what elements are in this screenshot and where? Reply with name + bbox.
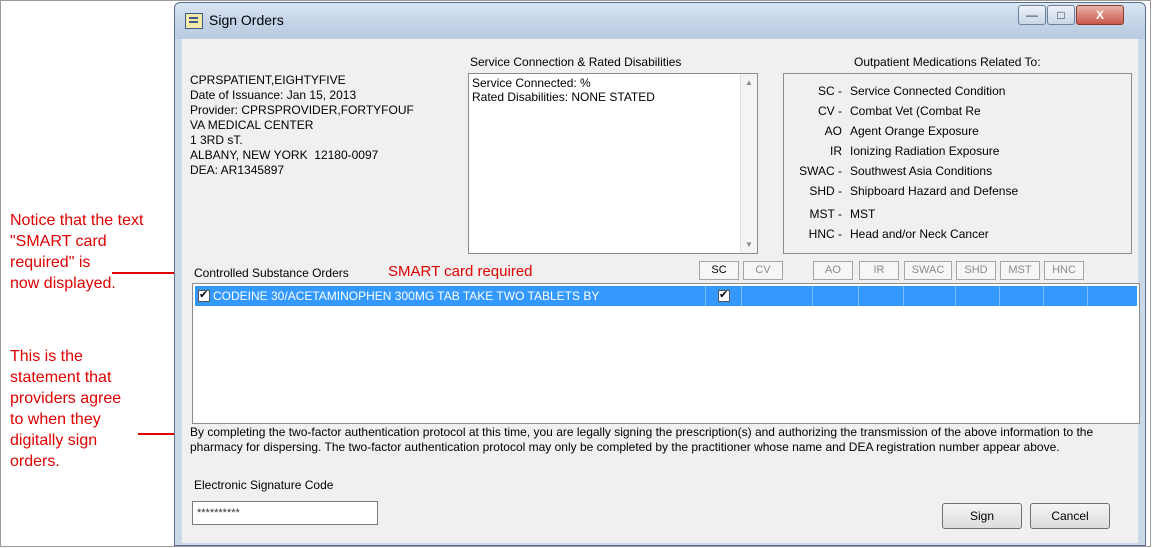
annotation-line: digitally sign (10, 432, 98, 449)
column-header-cv[interactable]: CV (743, 261, 783, 280)
minimize-icon: — (1026, 8, 1038, 22)
legend-code: SWAC - (799, 164, 842, 178)
sc-line: Service Connected: % (472, 76, 591, 90)
patient-line: DEA: AR1345897 (190, 163, 285, 177)
scroll-down-icon[interactable]: ▼ (741, 240, 757, 249)
sc-checkbox[interactable] (718, 288, 730, 302)
column-header-shd[interactable]: SHD (956, 261, 996, 280)
legend-desc: Head and/or Neck Cancer (850, 227, 989, 241)
legend-code: IR (830, 144, 842, 158)
sign-button[interactable]: Sign (942, 503, 1022, 529)
annotation-statement: This is the statement that providers agr… (10, 346, 121, 472)
column-header-sc[interactable]: SC (699, 261, 739, 280)
legend-code: AO (824, 124, 842, 138)
annotation-line: statement that (10, 369, 112, 386)
annotation-line: required" is (10, 254, 91, 271)
annotation-line: to when they (10, 411, 101, 428)
service-connection-text: Service Connected: % Rated Disabilities: … (472, 76, 655, 104)
column-divider (903, 286, 904, 306)
annotation-line: "SMART card (10, 233, 107, 250)
legend-desc: Agent Orange Exposure (850, 124, 979, 138)
legend-desc: Shipboard Hazard and Defense (850, 184, 1019, 198)
order-checkbox[interactable] (198, 288, 210, 302)
vertical-scrollbar[interactable]: ▲ ▼ (740, 74, 757, 253)
column-header-ao[interactable]: AO (813, 261, 853, 280)
sign-orders-dialog: Sign Orders — □ X CPRSPATIENT,EIGHTYFIVE… (174, 2, 1146, 546)
column-divider (705, 286, 706, 306)
legend-code: SC - (818, 84, 842, 98)
window-title: Sign Orders (209, 12, 284, 28)
title-bar[interactable]: Sign Orders — □ X (175, 3, 1145, 39)
column-header-ir[interactable]: IR (859, 261, 899, 280)
patient-line: Date of Issuance: Jan 15, 2013 (190, 88, 357, 102)
order-row[interactable]: CODEINE 30/ACETAMINOPHEN 300MG TAB TAKE … (195, 286, 1137, 306)
service-connection-title: Service Connection & Rated Disabilities (470, 55, 682, 69)
legend-desc: Service Connected Condition (850, 84, 1006, 98)
smart-card-notice: SMART card required (388, 263, 533, 280)
column-divider (858, 286, 859, 306)
maximize-button[interactable]: □ (1047, 5, 1075, 25)
annotation-line: orders. (10, 453, 60, 470)
legend-code: MST - (809, 207, 842, 221)
order-text: CODEINE 30/ACETAMINOPHEN 300MG TAB TAKE … (213, 289, 600, 303)
legend-code: CV - (818, 104, 842, 118)
column-divider (1043, 286, 1044, 306)
column-divider (955, 286, 956, 306)
legal-statement: By completing the two-factor authenticat… (190, 425, 1094, 454)
cancel-button[interactable]: Cancel (1030, 503, 1110, 529)
legend-desc: Ionizing Radiation Exposure (850, 144, 1000, 158)
patient-info: CPRSPATIENT,EIGHTYFIVE Date of Issuance: … (190, 73, 414, 178)
column-header-swac[interactable]: SWAC (904, 261, 952, 280)
signature-code-label: Electronic Signature Code (194, 478, 334, 492)
dialog-body: CPRSPATIENT,EIGHTYFIVE Date of Issuance: … (182, 39, 1140, 543)
sc-line: Rated Disabilities: NONE STATED (472, 90, 655, 104)
annotation-line: This is the (10, 348, 83, 365)
column-divider (999, 286, 1000, 306)
column-divider (812, 286, 813, 306)
close-icon: X (1095, 8, 1104, 22)
controlled-orders-list[interactable]: CODEINE 30/ACETAMINOPHEN 300MG TAB TAKE … (192, 283, 1140, 424)
annotation-line: Notice that the text (10, 212, 144, 229)
outpatient-legend: SC - Service Connected Condition CV - Comb… (783, 73, 1132, 254)
column-header-mst[interactable]: MST (1000, 261, 1040, 280)
patient-line: VA MEDICAL CENTER (190, 118, 314, 132)
annotation-arrow (112, 268, 184, 278)
annotation-line: now displayed. (10, 275, 116, 292)
patient-line: CPRSPATIENT,EIGHTYFIVE (190, 73, 346, 87)
scroll-up-icon[interactable]: ▲ (741, 78, 757, 87)
column-divider (741, 286, 742, 306)
legend-code: HNC - (808, 227, 842, 241)
maximize-icon: □ (1057, 8, 1065, 22)
annotation-arrow (138, 429, 182, 439)
controlled-substance-label: Controlled Substance Orders (194, 266, 349, 280)
sign-orders-icon (185, 13, 203, 29)
legend-desc: Southwest Asia Conditions (850, 164, 993, 178)
close-button[interactable]: X (1076, 5, 1124, 25)
patient-line: Provider: CPRSPROVIDER,FORTYFOUF (190, 103, 414, 117)
legend-code: SHD - (809, 184, 842, 198)
legend-desc: Combat Vet (Combat Re (850, 104, 981, 118)
signature-code-input[interactable] (192, 501, 378, 525)
service-connection-memo[interactable]: Service Connected: % Rated Disabilities: … (468, 73, 758, 254)
outpatient-title: Outpatient Medications Related To: (854, 55, 1041, 69)
annotation-smart-card: Notice that the text "SMART card require… (10, 210, 143, 294)
patient-line: ALBANY, NEW YORK 12180-0097 (190, 148, 379, 162)
legend-desc: MST (850, 207, 876, 221)
column-header-hnc[interactable]: HNC (1044, 261, 1084, 280)
column-divider (1087, 286, 1088, 306)
patient-line: 1 3RD sT. (190, 133, 243, 147)
minimize-button[interactable]: — (1018, 5, 1046, 25)
annotation-line: providers agree (10, 390, 122, 407)
